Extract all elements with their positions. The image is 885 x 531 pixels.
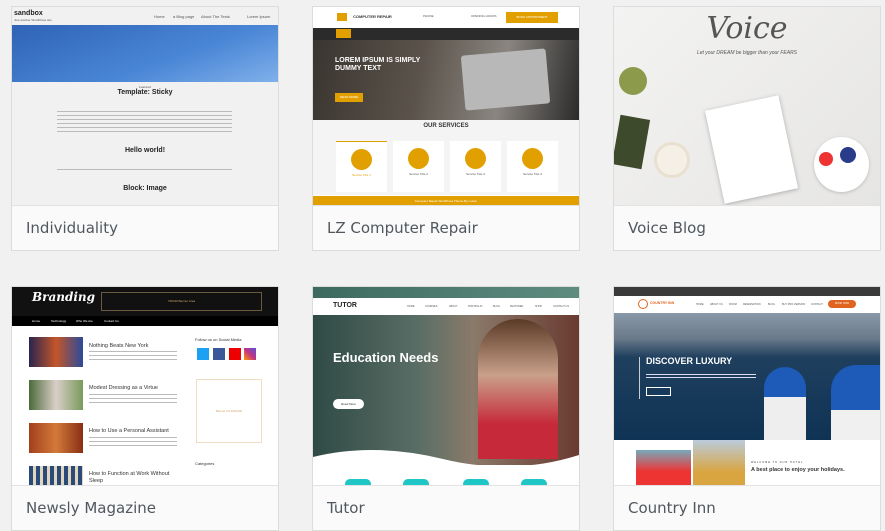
preview-nav: COURSES bbox=[425, 305, 438, 308]
preview-nav: FEATURED bbox=[510, 305, 524, 308]
preview-services-title: OUR SERVICES bbox=[423, 123, 469, 129]
theme-card-individuality[interactable]: sandbox Just another WordPress site Home… bbox=[11, 6, 279, 251]
preview-read-more: READ MORE bbox=[339, 95, 359, 99]
theme-card-lz-computer-repair[interactable]: COMPUTER REPAIR PHONE OPENING HOURS BOOK… bbox=[312, 6, 580, 251]
preview-nav: PORTFOLIO bbox=[468, 305, 483, 308]
preview-nav: BUY PRO VERSION bbox=[782, 303, 806, 306]
theme-card-tutor[interactable]: TUTOR HOME COURSES ABOUT PORTFOLIO BLOG … bbox=[312, 286, 580, 531]
theme-name: Voice Blog bbox=[628, 219, 706, 237]
theme-screenshot: Branding 728x90 Banner Area Home Technol… bbox=[12, 287, 278, 486]
theme-screenshot: TUTOR HOME COURSES ABOUT PORTFOLIO BLOG … bbox=[313, 287, 579, 486]
preview-logo: COUNTRY INN bbox=[650, 301, 675, 305]
preview-nav: ABOUT US bbox=[710, 303, 723, 306]
preview-nav: SHOP bbox=[535, 305, 543, 308]
preview-post-title: Nothing Beats New York bbox=[89, 343, 149, 349]
preview-hero-title: DISCOVER LUXURY bbox=[646, 356, 733, 366]
preview-nav: Who We Are bbox=[76, 319, 93, 323]
preview-nav: About The Tests bbox=[201, 14, 230, 19]
theme-screenshot: COMPUTER REPAIR PHONE OPENING HOURS BOOK… bbox=[313, 7, 579, 206]
preview-nav: a Blog page bbox=[173, 14, 195, 19]
preview-nav: RESERVATION bbox=[743, 303, 761, 306]
theme-screenshot: COUNTRY INN HOME ABOUT US ROOM RESERVATI… bbox=[614, 287, 880, 486]
preview-cta: BOOK APPOINTMENT bbox=[516, 15, 548, 19]
preview-ad: Banner Ad 300x300 bbox=[215, 409, 243, 413]
theme-card-newsly-magazine[interactable]: Branding 728x90 Banner Area Home Technol… bbox=[11, 286, 279, 531]
theme-name: Tutor bbox=[327, 499, 365, 517]
preview-banner: 728x90 Banner Area bbox=[167, 299, 196, 303]
preview-nav: Contact Us bbox=[104, 319, 119, 323]
preview-button: Read More bbox=[341, 402, 356, 406]
preview-nav: HOME bbox=[696, 303, 704, 306]
preview-cta: BOOK NOW bbox=[834, 302, 850, 305]
preview-post-title: How to Use a Personal Assistant bbox=[89, 428, 169, 434]
preview-service: Service Title 1 bbox=[352, 173, 371, 177]
preview-service: Service Title 2 bbox=[409, 172, 428, 176]
preview-post-title: Template: Sticky bbox=[117, 89, 173, 96]
preview-hours: OPENING HOURS bbox=[471, 14, 497, 18]
preview-service: Service Title 4 bbox=[523, 172, 542, 176]
preview-tagline: Let your DREAM be bigger than your FEARS bbox=[696, 50, 798, 56]
preview-nav: BLOG bbox=[493, 305, 500, 308]
preview-logo: COMPUTER REPAIR bbox=[353, 14, 392, 19]
preview-tagline: A best place to enjoy your holidays. bbox=[751, 467, 845, 473]
preview-nav: ABOUT bbox=[449, 305, 458, 308]
preview-nav: Home bbox=[154, 14, 165, 19]
theme-card-voice-blog[interactable]: Voice Let your DREAM be bigger than your… bbox=[613, 6, 881, 251]
preview-logo: TUTOR bbox=[333, 302, 357, 309]
preview-nav: ROOM bbox=[729, 303, 737, 306]
preview-nav: CONTACT bbox=[811, 303, 823, 306]
preview-footer: Computer Repair WordPress Theme By Luzuk… bbox=[414, 199, 478, 203]
preview-nav: HOME bbox=[407, 305, 415, 308]
preview-post-title: Modest Dressing as a Virtue bbox=[89, 385, 158, 391]
theme-screenshot: Voice Let your DREAM be bigger than your… bbox=[614, 7, 880, 206]
preview-header-image bbox=[12, 25, 278, 82]
theme-name: Country Inn bbox=[628, 499, 716, 517]
preview-hero-title: LOREM IPSUM IS SIMPLY DUMMY TEXT bbox=[335, 57, 421, 72]
preview-site-title: sandbox bbox=[14, 10, 43, 17]
preview-nav: Technology bbox=[51, 319, 67, 323]
preview-phone: PHONE bbox=[423, 14, 434, 18]
preview-nav: BLOG bbox=[768, 303, 775, 306]
preview-nav: CONTACT US bbox=[553, 305, 570, 308]
preview-social-title: Follow us on Social Media bbox=[195, 337, 242, 342]
preview-logo: Branding bbox=[32, 290, 96, 304]
preview-hero-title: Education Needs bbox=[333, 350, 439, 365]
preview-post-title: Block: Image bbox=[123, 185, 167, 192]
preview-post-title: Hello world! bbox=[124, 147, 166, 154]
preview-service: Service Title 3 bbox=[466, 172, 485, 176]
preview-title: Voice bbox=[706, 11, 788, 46]
theme-name: Individuality bbox=[26, 219, 118, 237]
theme-screenshot: sandbox Just another WordPress site Home… bbox=[12, 7, 278, 206]
theme-name: LZ Computer Repair bbox=[327, 219, 478, 237]
theme-card-country-inn[interactable]: COUNTRY INN HOME ABOUT US ROOM RESERVATI… bbox=[613, 286, 881, 531]
preview-welcome: WELCOME TO OUR HOTEL bbox=[751, 461, 804, 464]
preview-nav: Lorem Ipsum bbox=[247, 14, 271, 19]
preview-categories: Categories bbox=[195, 461, 215, 466]
preview-post-title: How to Function at Work Without Sleep bbox=[89, 471, 170, 484]
theme-name: Newsly Magazine bbox=[26, 499, 156, 517]
preview-nav: Home bbox=[32, 319, 41, 323]
preview-tagline: Just another WordPress site bbox=[14, 18, 52, 22]
